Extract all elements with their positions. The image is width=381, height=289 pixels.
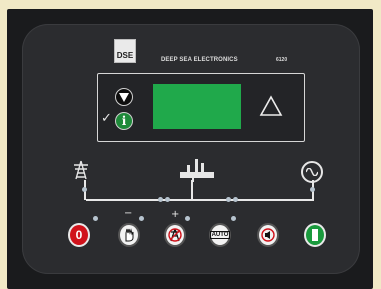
stop-reset-button[interactable]: 0 (68, 223, 90, 247)
gen-breaker-led (233, 197, 238, 202)
alarm-mute-button[interactable] (257, 223, 279, 247)
auto-mode-button[interactable]: AUTO (209, 223, 231, 247)
start-icon (312, 229, 318, 241)
gen-breaker-led (226, 197, 231, 202)
auto-led (231, 216, 236, 221)
mains-breaker-led (158, 197, 163, 202)
alarm-triangle-icon (259, 95, 283, 116)
start-button[interactable] (304, 223, 326, 247)
mimic-load-drop (191, 180, 193, 200)
mimic-bus-line (86, 199, 314, 201)
brand-name: DEEP SEA ELECTRONICS (161, 57, 238, 63)
lcd-screen (153, 84, 241, 129)
check-icon: ✓ (101, 111, 112, 126)
manual-mode-button[interactable] (118, 223, 140, 247)
hand-icon (125, 228, 134, 242)
stop-indicator-icon (115, 88, 133, 106)
model-number: 6120 (276, 57, 288, 63)
generator-led (310, 187, 315, 192)
minus-sign: − (124, 208, 133, 219)
info-indicator-icon: i (115, 112, 133, 130)
horn-mute-icon (261, 228, 275, 242)
plus-sign: + (171, 209, 180, 220)
auto-label: AUTO (209, 231, 231, 239)
test-led (185, 216, 190, 221)
dse-logo: DSE (114, 39, 136, 63)
stop-label: 0 (75, 228, 83, 242)
mains-pylon-icon (74, 160, 88, 180)
mains-led (82, 187, 87, 192)
mains-breaker-led (165, 197, 170, 202)
test-mode-button[interactable] (164, 223, 186, 247)
test-on-load-icon (168, 228, 182, 242)
load-factory-icon (180, 159, 214, 182)
stop-led (93, 216, 98, 221)
manual-led (139, 216, 144, 221)
